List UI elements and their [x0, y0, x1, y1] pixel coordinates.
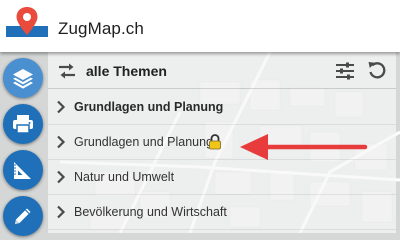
filter-sliders-icon[interactable]: [335, 61, 355, 81]
reset-icon[interactable]: [366, 59, 388, 81]
pencil-icon: [15, 208, 31, 224]
swap-icon[interactable]: [57, 61, 77, 81]
chevron-right-icon: [57, 100, 66, 114]
panel-header: alle Themen: [48, 52, 396, 89]
printer-icon: [13, 115, 33, 134]
app-header: ZugMap.ch: [0, 0, 400, 52]
topic-label: Bevölkerung und Wirtschaft: [74, 205, 227, 219]
topic-label: Natur und Umwelt: [74, 170, 175, 184]
lock-icon: [209, 134, 221, 150]
app-title: ZugMap.ch: [58, 19, 144, 38]
panel-title: alle Themen: [86, 63, 167, 79]
measure-icon: [14, 162, 31, 179]
chevron-right-icon: [57, 170, 66, 184]
topic-item[interactable]: Bevölkerung und Wirtschaft: [48, 195, 396, 230]
print-button[interactable]: [3, 104, 43, 144]
zugmap-logo-icon[interactable]: [6, 4, 48, 44]
topic-label: Grundlagen und Planung: [74, 100, 224, 114]
measure-button[interactable]: [3, 150, 43, 190]
topic-item[interactable]: Grundlagen und Planung: [48, 90, 396, 125]
draw-button[interactable]: [3, 196, 43, 236]
chevron-right-icon: [57, 205, 66, 219]
layers-icon: [13, 69, 33, 89]
topic-label: Grundlagen und Planung: [74, 135, 214, 149]
chevron-right-icon: [57, 135, 66, 149]
layers-button[interactable]: [3, 58, 43, 98]
annotation-arrow: [240, 134, 368, 160]
topic-item[interactable]: Natur und Umwelt: [48, 160, 396, 195]
